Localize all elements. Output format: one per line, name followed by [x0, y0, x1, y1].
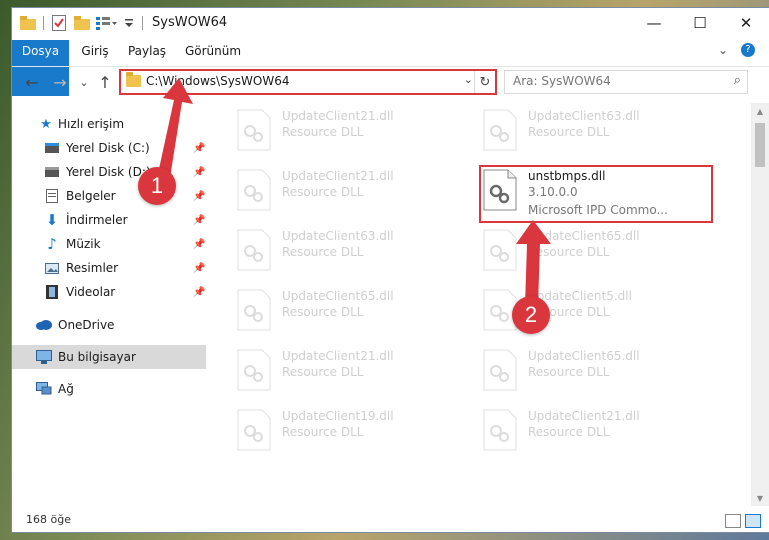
- step-1-badge: 1: [138, 167, 176, 205]
- annotation-arrows: [157, 78, 551, 306]
- step-2-badge: 2: [512, 296, 550, 334]
- arrow-to-file: [516, 220, 551, 306]
- arrow-to-address-bar: [157, 78, 193, 178]
